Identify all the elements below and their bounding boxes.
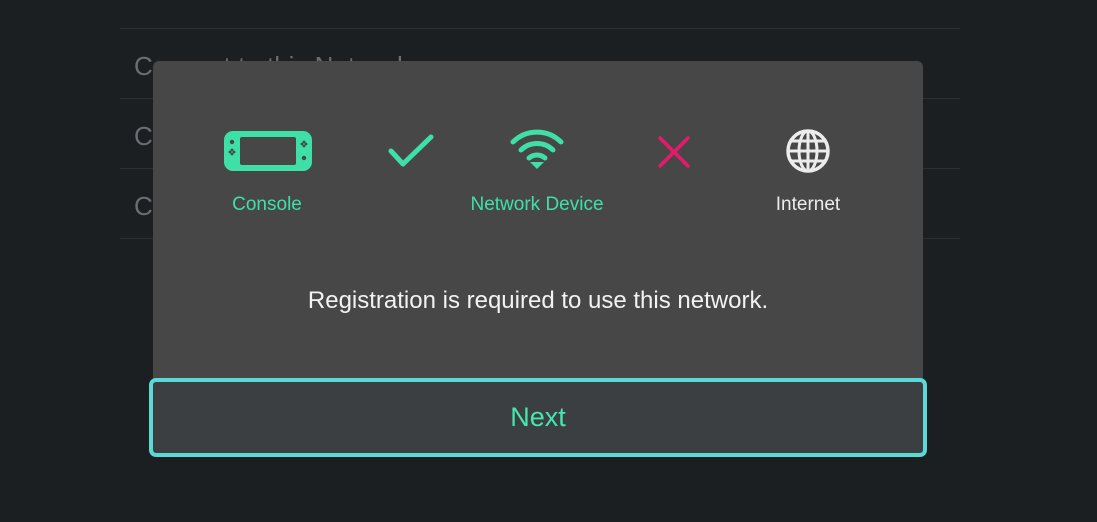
list-item-label: C — [134, 121, 153, 151]
globe-icon — [786, 129, 830, 173]
connection-test-dialog: Console Network Device Internet Registra… — [153, 61, 923, 379]
wifi-icon — [510, 129, 564, 169]
dialog-message: Registration is required to use this net… — [307, 287, 769, 314]
next-button[interactable]: Next — [149, 378, 927, 457]
list-item-label: C — [134, 191, 153, 221]
list-item — [120, 0, 960, 29]
console-icon — [224, 131, 312, 171]
internet-label: Internet — [775, 194, 841, 215]
network-device-label: Network Device — [470, 194, 604, 215]
cross-icon — [658, 136, 690, 168]
console-label: Console — [232, 194, 302, 215]
check-icon — [388, 134, 434, 167]
